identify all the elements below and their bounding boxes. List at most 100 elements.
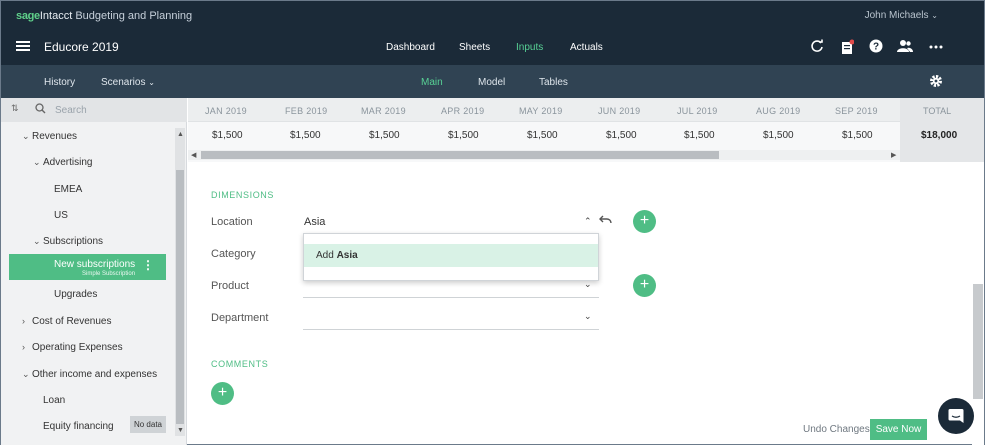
month-value-cell[interactable]: $1,500 [369, 130, 400, 141]
month-value-cell[interactable]: $1,500 [448, 130, 479, 141]
dropdown-option-add[interactable]: Add Asia [304, 244, 598, 267]
help-icon[interactable]: ? [868, 39, 884, 55]
tree-item-other-income[interactable]: Other income and expenses [32, 369, 157, 380]
dimensions-title: DIMENSIONS [211, 190, 275, 200]
tree-item-subscriptions[interactable]: Subscriptions [43, 236, 103, 247]
chevron-down-icon[interactable]: ⌄ [33, 236, 41, 247]
scenarios-label: Scenarios [101, 77, 146, 88]
month-header: JUN 2019 [598, 106, 641, 116]
users-icon[interactable] [897, 39, 913, 55]
chevron-down-icon[interactable]: ⌄ [22, 369, 30, 380]
month-value-cell[interactable]: $1,500 [606, 130, 637, 141]
tree-item-upgrades[interactable]: Upgrades [54, 289, 97, 300]
chevron-down-icon[interactable]: ⌄ [22, 131, 30, 142]
tree-item-emea[interactable]: EMEA [54, 184, 82, 195]
month-value-cell[interactable]: $1,500 [527, 130, 558, 141]
nav-dashboard[interactable]: Dashboard [386, 42, 435, 53]
grid-scroll-thumb[interactable] [201, 151, 719, 159]
nav-actuals[interactable]: Actuals [570, 42, 603, 53]
scroll-left-icon[interactable]: ◀ [191, 151, 196, 159]
status-badge: No data [130, 416, 166, 433]
category-label: Category [211, 248, 256, 260]
svg-text:?: ? [873, 42, 879, 53]
more-icon[interactable] [928, 39, 944, 55]
sidebar: ⇅ Search ⌄ Revenues ⌄ Advertising EMEA U… [1, 98, 187, 445]
sidebar-scroll-thumb[interactable] [176, 170, 184, 424]
user-name: John Michaels [864, 10, 929, 21]
scroll-down-icon[interactable]: ▼ [177, 427, 184, 434]
chat-button[interactable] [938, 398, 974, 434]
option-value: Asia [336, 250, 358, 261]
tree-item-cost-of-revenues[interactable]: Cost of Revenues [32, 316, 112, 327]
option-prefix: Add [316, 250, 337, 261]
tree-item-advertising[interactable]: Advertising [43, 157, 92, 168]
tree-item-revenues[interactable]: Revenues [32, 131, 77, 142]
product-label: Product [211, 280, 249, 292]
comments-title: COMMENTS [211, 359, 269, 369]
scroll-up-icon[interactable]: ▲ [177, 131, 184, 138]
tree-item-loan[interactable]: Loan [43, 395, 65, 406]
location-dropdown: Add Asia [303, 233, 599, 281]
month-header: AUG 2019 [756, 106, 801, 116]
search-input[interactable]: Search [55, 105, 87, 116]
search-icon [35, 103, 46, 117]
tab-main[interactable]: Main [421, 77, 443, 88]
brand-sage: sage [16, 10, 40, 22]
sub-bar: History Scenarios ⌄ Main Model Tables [1, 65, 984, 98]
department-label: Department [211, 312, 269, 324]
chat-icon [948, 409, 964, 423]
tab-model[interactable]: Model [478, 77, 505, 88]
location-select[interactable]: Asia [304, 216, 325, 228]
department-select[interactable] [303, 329, 599, 330]
tree-item-operating-expenses[interactable]: Operating Expenses [32, 342, 123, 353]
chevron-right-icon[interactable]: › [22, 342, 25, 352]
brand-intacct: Intacct [39, 10, 73, 22]
notifications-icon[interactable] [839, 39, 855, 55]
menu-icon[interactable] [16, 41, 30, 51]
month-value-cell[interactable]: $1,500 [212, 130, 243, 141]
month-value-cell[interactable]: $1,500 [684, 130, 715, 141]
main-scroll-thumb[interactable] [973, 284, 983, 399]
tree-item-equity-financing[interactable]: Equity financing [43, 421, 114, 432]
nav-scenarios[interactable]: Scenarios ⌄ [101, 77, 155, 88]
month-header: FEB 2019 [285, 106, 328, 116]
month-value-cell[interactable]: $1,500 [842, 130, 873, 141]
brand-product: Budgeting and Planning [72, 10, 193, 22]
nav-history[interactable]: History [44, 77, 75, 88]
month-grid: JAN 2019 FEB 2019 MAR 2019 APR 2019 MAY … [188, 98, 984, 162]
month-value-cell[interactable]: $1,500 [290, 130, 321, 141]
chevron-down-icon[interactable]: ⌄ [584, 311, 592, 322]
month-value-cell[interactable]: $1,500 [763, 130, 794, 141]
kebab-menu-icon[interactable]: ⋮ [142, 258, 154, 272]
total-header: TOTAL [923, 106, 952, 116]
chevron-right-icon[interactable]: › [22, 316, 25, 326]
user-menu[interactable]: John Michaels ⌄ [865, 10, 938, 21]
add-product-button[interactable]: + [633, 274, 656, 297]
month-header: JAN 2019 [205, 106, 247, 116]
tree-item-sublabel: Simple Subscription [82, 271, 136, 277]
tree-item-new-subscriptions[interactable]: New subscriptions Simple Subscription ⋮ [9, 254, 166, 280]
add-comment-button[interactable]: + [211, 382, 234, 405]
collapse-icon[interactable]: ⇅ [11, 103, 19, 114]
total-value: $18,000 [921, 130, 958, 141]
refresh-icon[interactable] [809, 39, 825, 55]
chevron-down-icon[interactable]: ⌄ [33, 157, 41, 168]
location-label: Location [211, 216, 253, 228]
top-bar: sageIntacct Budgeting and Planning John … [1, 1, 984, 65]
nav-sheets[interactable]: Sheets [459, 42, 490, 53]
nav-inputs[interactable]: Inputs [516, 42, 543, 53]
tree-item-us[interactable]: US [54, 210, 68, 221]
chevron-up-icon[interactable]: ⌃ [584, 216, 592, 227]
month-header: MAR 2019 [361, 106, 406, 116]
add-location-button[interactable]: + [633, 210, 656, 233]
scroll-right-icon[interactable]: ▶ [891, 151, 896, 159]
month-header: MAY 2019 [519, 106, 563, 116]
month-header: SEP 2019 [835, 106, 878, 116]
chevron-down-icon: ⌄ [148, 78, 155, 87]
tab-tables[interactable]: Tables [539, 77, 568, 88]
settings-gear-icon[interactable] [928, 74, 944, 90]
undo-changes-button[interactable]: Undo Changes [803, 424, 870, 435]
product-select[interactable] [303, 297, 599, 298]
save-now-button[interactable]: Save Now [870, 419, 927, 440]
undo-icon[interactable] [599, 214, 612, 228]
